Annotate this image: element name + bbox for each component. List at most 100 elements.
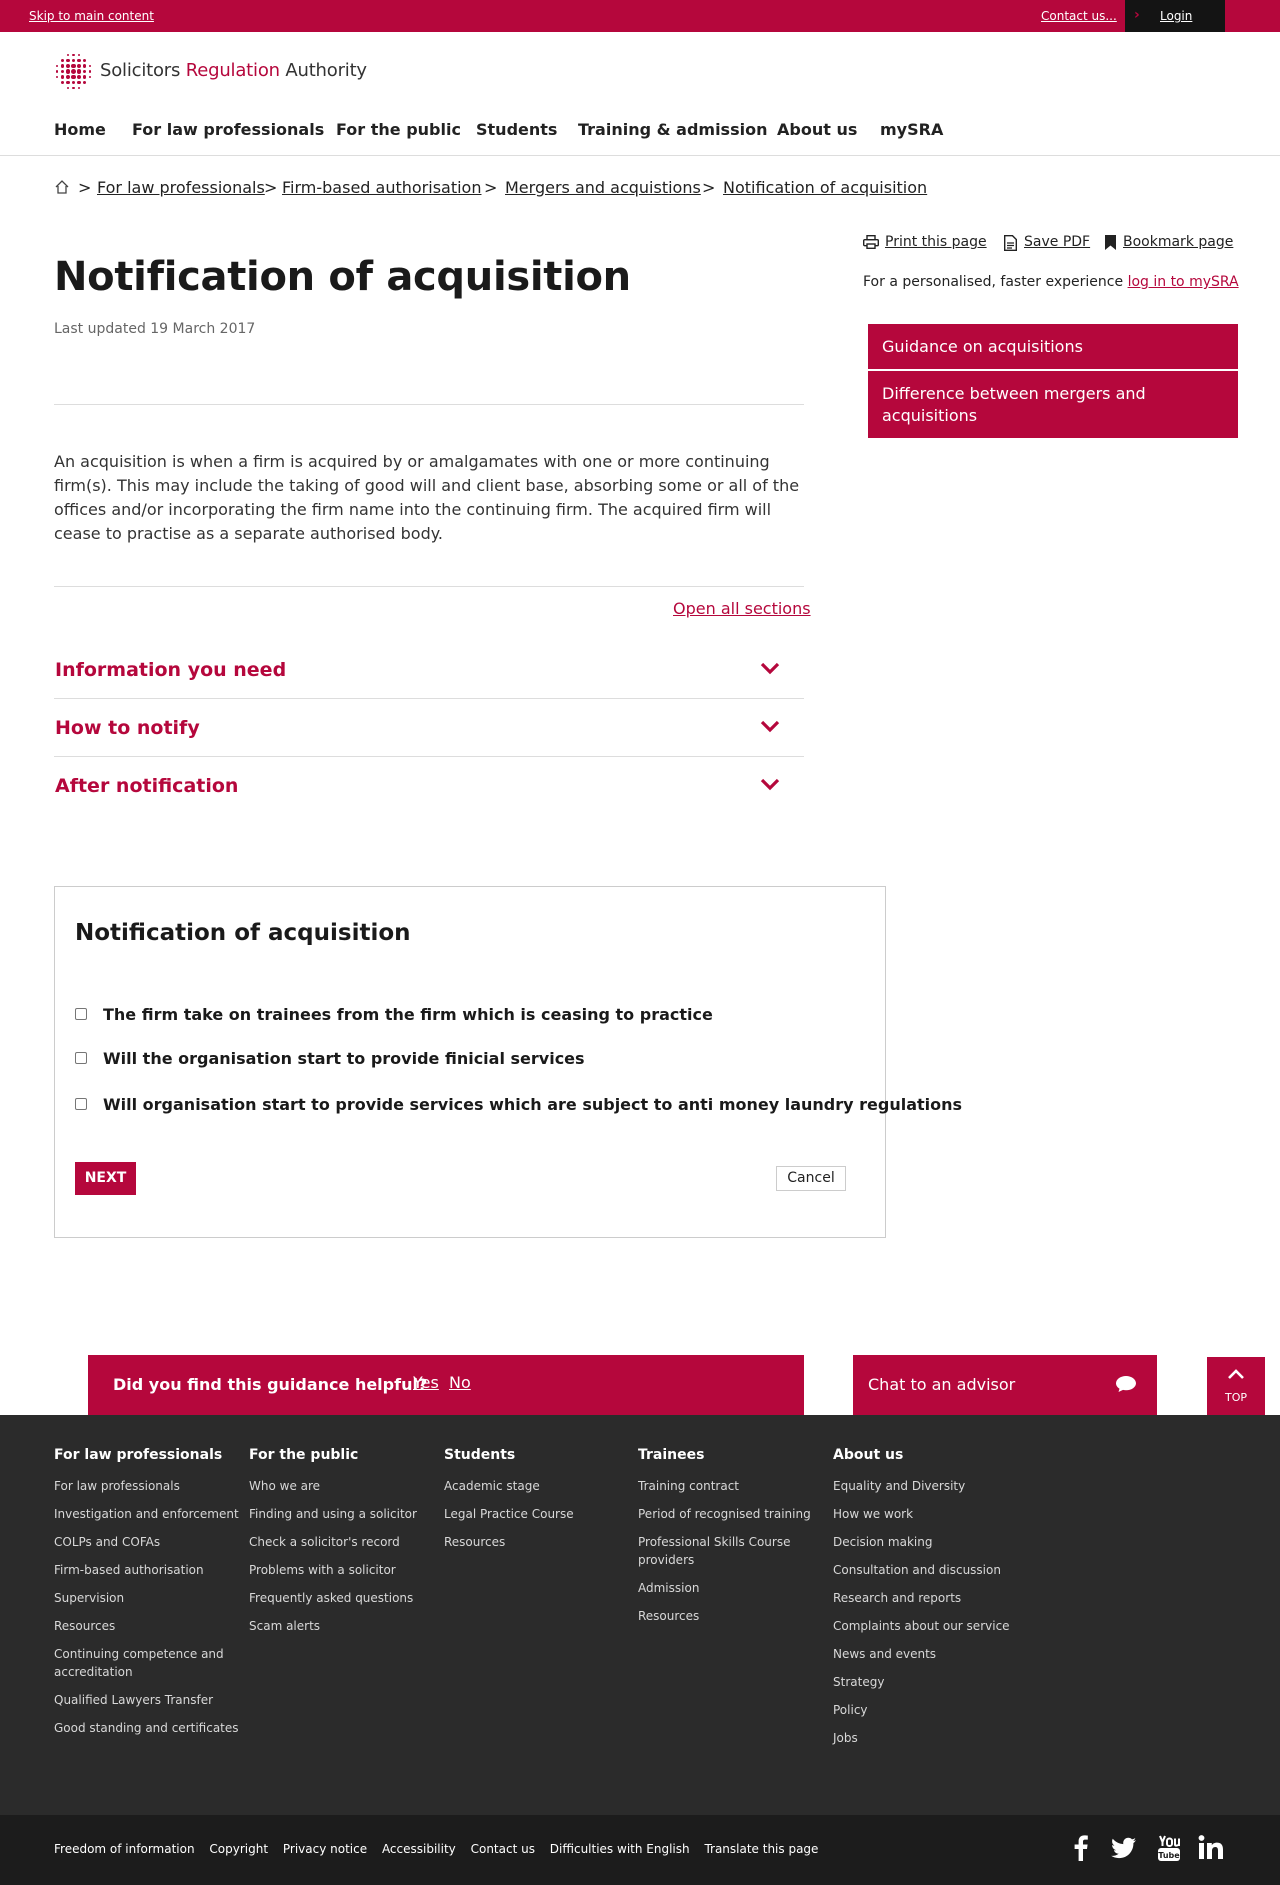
- breadcrumb-firm-authorisation[interactable]: Firm-based authorisation: [282, 178, 481, 197]
- logo-dot: [66, 58, 70, 63]
- feedback-no-link[interactable]: No: [449, 1373, 471, 1392]
- option-label: Will the organisation start to provide f…: [103, 1049, 585, 1068]
- cancel-button[interactable]: Cancel: [776, 1166, 846, 1191]
- accordion-after-notification[interactable]: After notification: [54, 759, 804, 815]
- logo-word-3: Authority: [285, 60, 367, 81]
- option-checkbox[interactable]: [75, 1098, 87, 1110]
- footer-link[interactable]: News and events: [833, 1645, 1023, 1663]
- nav-item-public[interactable]: For the public: [336, 120, 461, 139]
- footer-link[interactable]: Training contract: [638, 1477, 828, 1495]
- chat-to-advisor-button[interactable]: Chat to an advisor: [853, 1355, 1157, 1415]
- legal-link[interactable]: Translate this page: [704, 1842, 818, 1856]
- footer-link[interactable]: Resources: [638, 1607, 828, 1625]
- footer-link[interactable]: Frequently asked questions: [249, 1589, 439, 1607]
- breadcrumb-law-professionals[interactable]: For law professionals: [97, 178, 265, 197]
- footer-link[interactable]: Check a solicitor's record: [249, 1533, 439, 1551]
- footer-link[interactable]: Consultation and discussion: [833, 1561, 1023, 1579]
- footer-link[interactable]: Equality and Diversity: [833, 1477, 1023, 1495]
- footer-link[interactable]: Period of recognised training: [638, 1505, 828, 1523]
- skip-to-content-link[interactable]: Skip to main content: [29, 9, 154, 23]
- footer-link[interactable]: Who we are: [249, 1477, 439, 1495]
- logo-dot: [65, 74, 70, 79]
- facebook-icon[interactable]: [1066, 1833, 1096, 1863]
- footer-link[interactable]: Resources: [444, 1533, 634, 1551]
- legal-link[interactable]: Privacy notice: [283, 1842, 367, 1856]
- breadcrumb-separator: >: [702, 178, 716, 197]
- chevron-up-icon: [1228, 1369, 1244, 1379]
- footer-link[interactable]: Firm-based authorisation: [54, 1561, 244, 1579]
- chevron-down-icon: [760, 778, 780, 791]
- option-label: The firm take on trainees from the firm …: [103, 1005, 713, 1024]
- nav-item-home[interactable]: Home: [54, 120, 106, 139]
- logo-dot: [55, 64, 59, 68]
- footer-link[interactable]: Continuing competence and accreditation: [54, 1645, 244, 1681]
- footer-link[interactable]: Finding and using a solicitor: [249, 1505, 439, 1523]
- footer-link[interactable]: For law professionals: [54, 1477, 244, 1495]
- legal-link[interactable]: Freedom of information: [54, 1842, 195, 1856]
- contact-link[interactable]: Contact us...: [1041, 9, 1117, 23]
- open-all-sections-link[interactable]: Open all sections: [673, 599, 811, 618]
- footer-link[interactable]: COLPs and COFAs: [54, 1533, 244, 1551]
- legal-link[interactable]: Difficulties with English: [550, 1842, 690, 1856]
- nav-item-students[interactable]: Students: [476, 120, 557, 139]
- footer-link[interactable]: Legal Practice Course: [444, 1505, 634, 1523]
- bookmark-link[interactable]: Bookmark page: [1123, 234, 1233, 250]
- footer-link[interactable]: Policy: [833, 1701, 1023, 1719]
- nav-item-training[interactable]: Training & admission: [578, 120, 767, 139]
- sidebar-link-guidance[interactable]: Guidance on acquisitions: [868, 324, 1238, 369]
- footer-link[interactable]: Professional Skills Course providers: [638, 1533, 828, 1569]
- top-utility-bar: Skip to main content Contact us... › Log…: [0, 0, 1280, 32]
- legal-link[interactable]: Contact us: [471, 1842, 535, 1856]
- svg-text:Tube: Tube: [1158, 1851, 1180, 1860]
- option-checkbox[interactable]: [75, 1008, 87, 1020]
- footer-link[interactable]: Good standing and certificates: [54, 1719, 244, 1737]
- feedback-yes-link[interactable]: Yes: [413, 1373, 439, 1392]
- legal-link[interactable]: Copyright: [209, 1842, 268, 1856]
- logo-dot: [82, 80, 86, 84]
- breadcrumb-mergers[interactable]: Mergers and acquistions: [505, 178, 701, 197]
- save-pdf-link[interactable]: Save PDF: [1024, 234, 1090, 250]
- linkedin-icon[interactable]: [1196, 1833, 1226, 1863]
- nav-item-about[interactable]: About us: [777, 120, 857, 139]
- next-button[interactable]: NEXT: [75, 1162, 136, 1195]
- footer-link[interactable]: Admission: [638, 1579, 828, 1597]
- option-checkbox[interactable]: [75, 1052, 87, 1064]
- footer-link[interactable]: Problems with a solicitor: [249, 1561, 439, 1579]
- print-link[interactable]: Print this page: [885, 234, 987, 250]
- footer-link[interactable]: Strategy: [833, 1673, 1023, 1691]
- youtube-icon[interactable]: Tube: [1154, 1833, 1184, 1863]
- logo-dot: [60, 69, 65, 74]
- logo-dot: [71, 58, 76, 63]
- chevron-down-icon: [760, 720, 780, 733]
- home-icon[interactable]: [54, 179, 70, 195]
- page-title: Notification of acquisition: [54, 254, 631, 300]
- logo-dot: [60, 75, 65, 79]
- nav-item-law-professionals[interactable]: For law professionals: [132, 120, 324, 139]
- footer-link[interactable]: Qualified Lawyers Transfer: [54, 1691, 244, 1709]
- breadcrumb-current[interactable]: Notification of acquisition: [723, 178, 927, 197]
- back-to-top-button[interactable]: TOP: [1207, 1357, 1265, 1415]
- accordion-information-you-need[interactable]: Information you need: [54, 643, 804, 699]
- footer-link[interactable]: Resources: [54, 1617, 244, 1635]
- logo-dot: [82, 69, 87, 74]
- footer-link[interactable]: Supervision: [54, 1589, 244, 1607]
- footer-link[interactable]: Academic stage: [444, 1477, 634, 1495]
- nav-item-mysra[interactable]: mySRA: [880, 120, 943, 139]
- login-mysra-link[interactable]: log in to mySRA: [1128, 274, 1239, 290]
- divider: [54, 404, 804, 405]
- footer-link[interactable]: Investigation and enforcement: [54, 1505, 244, 1523]
- twitter-icon[interactable]: [1108, 1833, 1138, 1863]
- logo-dot: [71, 63, 76, 69]
- footer-link[interactable]: Jobs: [833, 1729, 1023, 1747]
- sidebar-link-difference[interactable]: Difference between mergers and acquisiti…: [868, 371, 1238, 438]
- chevron-down-icon: [760, 662, 780, 675]
- footer-link[interactable]: Decision making: [833, 1533, 1023, 1551]
- logo-dot: [60, 64, 65, 68]
- legal-link[interactable]: Accessibility: [382, 1842, 456, 1856]
- footer-link[interactable]: Complaints about our service: [833, 1617, 1023, 1635]
- accordion-how-to-notify[interactable]: How to notify: [54, 701, 804, 757]
- footer-link[interactable]: How we work: [833, 1505, 1023, 1523]
- footer-link[interactable]: Research and reports: [833, 1589, 1023, 1607]
- footer-link[interactable]: Scam alerts: [249, 1617, 439, 1635]
- login-button[interactable]: › Login: [1125, 0, 1225, 32]
